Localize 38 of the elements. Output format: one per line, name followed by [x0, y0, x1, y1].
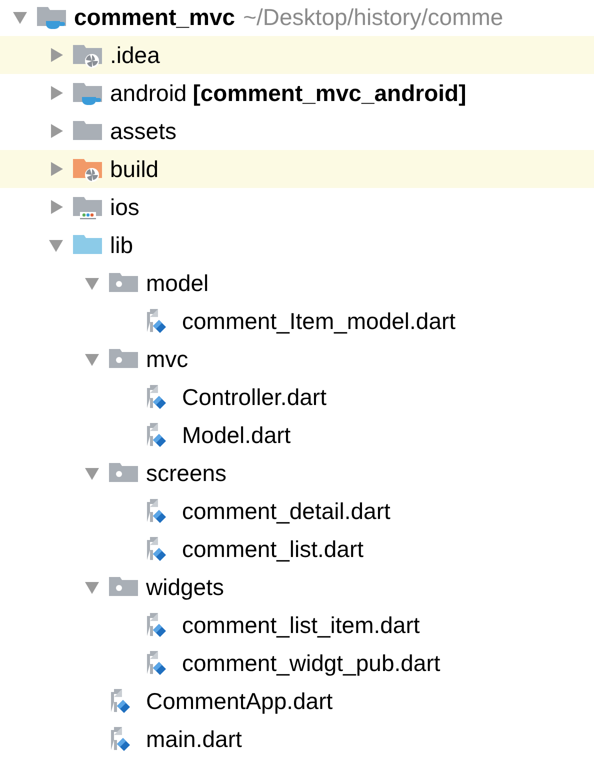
collapse-arrow-icon[interactable] [84, 579, 100, 595]
file-name[interactable]: main.dart [146, 726, 242, 752]
file-name[interactable]: Controller.dart [182, 384, 326, 410]
folder-name[interactable]: screens [146, 460, 227, 486]
folder-name[interactable]: model [146, 270, 209, 296]
file-name[interactable]: comment_list_item.dart [182, 612, 420, 638]
folder-name[interactable]: mvc [146, 346, 188, 372]
folder-name[interactable]: .idea [110, 42, 160, 68]
project-path: ~/Desktop/history/comme [243, 4, 504, 30]
collapse-arrow-icon[interactable] [84, 351, 100, 367]
folder-name[interactable]: comment_mvc [74, 4, 236, 30]
file-name[interactable]: comment_list.dart [182, 536, 364, 562]
folder-name[interactable]: assets [110, 118, 176, 144]
expand-arrow-icon[interactable] [48, 123, 64, 139]
file-name[interactable]: CommentApp.dart [146, 688, 333, 714]
excluded-folder-icon [72, 156, 104, 182]
module-folder-icon [72, 80, 104, 106]
module-name: [comment_mvc_android] [192, 80, 466, 106]
collapse-arrow-icon[interactable] [48, 237, 64, 253]
folder-name[interactable]: ios [110, 194, 140, 220]
folder-name[interactable]: build [110, 156, 159, 182]
expand-arrow-icon[interactable] [48, 47, 64, 63]
expand-arrow-icon[interactable] [48, 199, 64, 215]
file-name[interactable]: comment_Item_model.dart [182, 308, 456, 334]
collapse-arrow-icon[interactable] [84, 275, 100, 291]
file-name[interactable]: comment_widgt_pub.dart [182, 650, 440, 676]
module-folder-icon [36, 4, 68, 30]
expand-arrow-icon[interactable] [48, 85, 64, 101]
folder-name[interactable]: widgets [146, 574, 224, 600]
gear-folder-icon [72, 42, 104, 68]
folder-icon [72, 194, 104, 220]
file-name[interactable]: Model.dart [182, 422, 291, 448]
folder-name[interactable]: android [110, 80, 187, 106]
file-name[interactable]: comment_detail.dart [182, 498, 390, 524]
expand-arrow-icon[interactable] [48, 161, 64, 177]
folder-name[interactable]: lib [110, 232, 134, 258]
collapse-arrow-icon[interactable] [12, 9, 28, 25]
collapse-arrow-icon[interactable] [84, 465, 100, 481]
